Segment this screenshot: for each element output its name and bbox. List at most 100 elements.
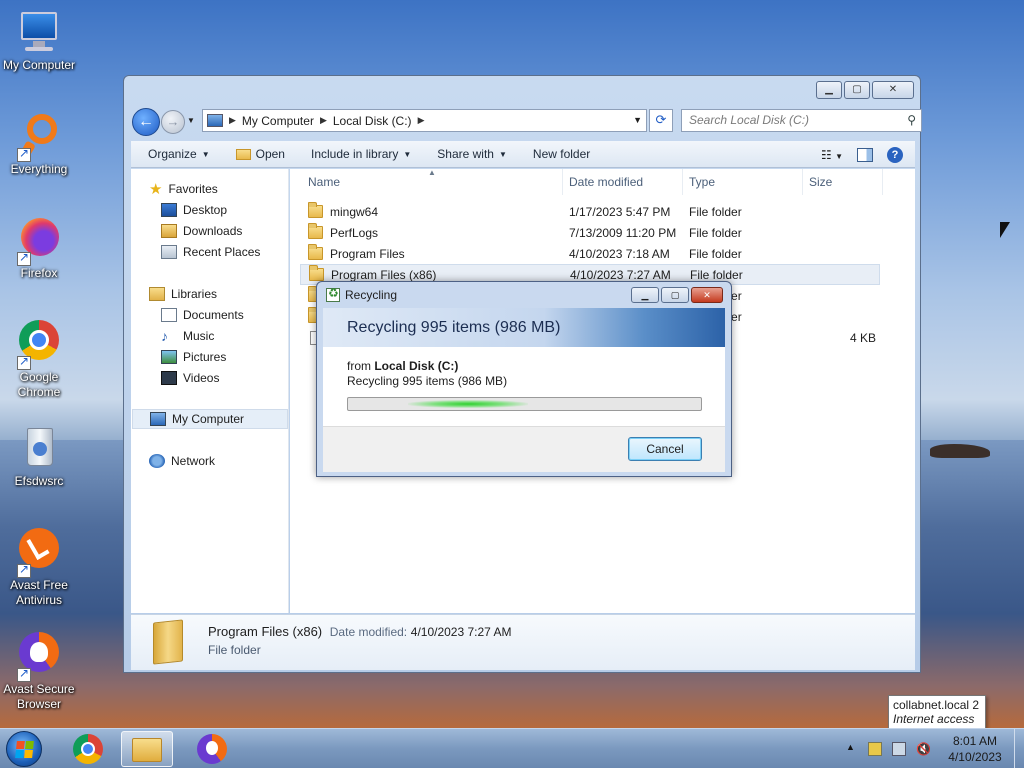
share-with-label: Share with bbox=[437, 147, 494, 161]
forward-button[interactable]: → bbox=[161, 110, 185, 134]
breadcrumb-local-disk[interactable]: Local Disk (C:) bbox=[333, 114, 412, 128]
large-folder-icon bbox=[153, 619, 183, 665]
progress-bar bbox=[347, 397, 702, 411]
navigation-pane: ★ Favorites Desktop Downloads Recent Pla… bbox=[131, 169, 289, 613]
taskbar-chrome[interactable] bbox=[62, 731, 114, 767]
cancel-button[interactable]: Cancel bbox=[628, 437, 702, 461]
nav-documents[interactable]: Documents bbox=[161, 305, 244, 325]
organize-button[interactable]: Organize ▼ bbox=[131, 147, 219, 161]
maximize-button[interactable]: ▢ bbox=[844, 81, 870, 99]
start-button[interactable] bbox=[6, 731, 42, 767]
details-type: File folder bbox=[208, 643, 261, 657]
include-in-library-label: Include in library bbox=[310, 147, 399, 161]
open-button[interactable]: Open bbox=[219, 147, 294, 161]
show-hidden-icons-icon[interactable]: ▲ bbox=[846, 742, 860, 756]
dialog-close-button[interactable]: ✕ bbox=[691, 287, 723, 303]
nav-desktop[interactable]: Desktop bbox=[161, 200, 227, 220]
share-with-button[interactable]: Share with ▼ bbox=[420, 147, 516, 161]
nav-favorites-label: Favorites bbox=[168, 182, 218, 196]
breadcrumb-my-computer[interactable]: My Computer bbox=[242, 114, 314, 128]
chrome-icon bbox=[73, 734, 103, 764]
folder-icon bbox=[308, 244, 323, 260]
nav-music[interactable]: ♪ Music bbox=[161, 326, 214, 346]
refresh-button[interactable]: ⟳ bbox=[649, 109, 673, 132]
column-header-size-label: Size bbox=[809, 175, 833, 189]
preview-pane-icon[interactable] bbox=[857, 147, 873, 162]
column-header-size[interactable]: Size bbox=[803, 169, 883, 195]
file-name: PerfLogs bbox=[330, 226, 379, 240]
downloads-icon bbox=[161, 224, 177, 238]
recent-pages-dropdown-icon[interactable]: ▼ bbox=[187, 116, 195, 125]
system-clock[interactable]: 8:01 AM 4/10/2023 bbox=[940, 733, 1010, 765]
clock-time: 8:01 AM bbox=[952, 734, 998, 748]
column-header-date-modified[interactable]: Date modified bbox=[563, 169, 683, 195]
desktop-icon-label: Avast Free Antivirus bbox=[10, 578, 68, 607]
show-desktop-button[interactable] bbox=[1014, 729, 1024, 768]
network-status-icon[interactable] bbox=[892, 742, 906, 756]
nav-libraries[interactable]: Libraries bbox=[149, 284, 217, 304]
close-button[interactable]: ✕ bbox=[872, 81, 914, 99]
open-folder-icon bbox=[235, 148, 251, 160]
nav-recent-places[interactable]: Recent Places bbox=[161, 242, 260, 262]
nav-network[interactable]: Network bbox=[149, 451, 215, 471]
nav-videos[interactable]: Videos bbox=[161, 368, 219, 388]
nav-pictures[interactable]: Pictures bbox=[161, 347, 226, 367]
desktop-icon-avast-browser[interactable]: Avast Secure Browser bbox=[0, 632, 78, 712]
nav-favorites[interactable]: ★ Favorites bbox=[149, 179, 218, 199]
search-icon[interactable]: ⚲ bbox=[907, 110, 916, 131]
taskbar-explorer[interactable] bbox=[121, 731, 173, 767]
open-label: Open bbox=[255, 147, 285, 161]
window-caption-buttons: ▁ ▢ ✕ bbox=[816, 81, 914, 99]
taskbar-avast-browser[interactable] bbox=[186, 731, 238, 767]
address-bar[interactable]: ▶ My Computer ▶ Local Disk (C:) ▶ ▼ bbox=[202, 109, 647, 132]
action-center-flag-icon[interactable] bbox=[868, 742, 882, 756]
dialog-footer: Cancel bbox=[323, 426, 725, 472]
dialog-maximize-button[interactable]: ▢ bbox=[661, 287, 689, 303]
nav-downloads[interactable]: Downloads bbox=[161, 221, 242, 241]
breadcrumb-separator-icon[interactable]: ▶ bbox=[418, 115, 425, 126]
back-button[interactable]: ← bbox=[132, 108, 160, 136]
change-view-icon[interactable]: ☷ ▼ bbox=[821, 148, 843, 162]
search-input[interactable]: Search Local Disk (C:) ⚲ bbox=[681, 109, 922, 132]
breadcrumb-separator-icon[interactable]: ▶ bbox=[320, 115, 327, 126]
file-name: Program Files bbox=[330, 247, 405, 261]
desktop-icon-google-chrome[interactable]: Google Chrome bbox=[0, 320, 78, 400]
column-header-type[interactable]: Type bbox=[683, 169, 803, 195]
file-date: 4/10/2023 7:27 AM bbox=[570, 268, 671, 282]
table-row[interactable]: mingw64 1/17/2023 5:47 PM File folder bbox=[300, 202, 880, 223]
nav-documents-label: Documents bbox=[183, 308, 244, 322]
shortcut-arrow-icon bbox=[17, 666, 31, 682]
table-row[interactable]: PerfLogs 7/13/2009 11:20 PM File folder bbox=[300, 223, 880, 244]
dialog-title: Recycling bbox=[345, 288, 398, 302]
sort-ascending-icon: ▲ bbox=[428, 168, 436, 177]
everything-icon bbox=[15, 112, 63, 162]
desktop-icon-my-computer[interactable]: My Computer bbox=[0, 8, 78, 73]
nav-my-computer-label: My Computer bbox=[172, 412, 245, 426]
desktop-icon-avast-antivirus[interactable]: Avast Free Antivirus bbox=[0, 528, 78, 608]
desktop-icon-firefox[interactable]: Firefox bbox=[0, 216, 78, 281]
nav-libraries-label: Libraries bbox=[171, 287, 218, 301]
volume-muted-icon[interactable]: 🔇 bbox=[916, 742, 931, 756]
star-icon: ★ bbox=[149, 181, 163, 198]
desktop-icon-recycle-bin[interactable]: Efsdwsrc bbox=[0, 424, 78, 489]
minimize-button[interactable]: ▁ bbox=[816, 81, 842, 99]
help-icon[interactable]: ? bbox=[887, 146, 903, 163]
desktop-icon-everything[interactable]: Everything bbox=[0, 112, 78, 177]
recycle-bin-icon bbox=[15, 424, 63, 472]
file-type: File folder bbox=[689, 247, 742, 261]
computer-icon bbox=[15, 8, 63, 56]
dialog-banner: Recycling 995 items (986 MB) bbox=[323, 308, 725, 347]
dialog-heading: Recycling 995 items (986 MB) bbox=[347, 319, 561, 336]
table-row[interactable]: Program Files 4/10/2023 7:18 AM File fol… bbox=[300, 244, 880, 265]
new-folder-button[interactable]: New folder bbox=[516, 147, 599, 161]
column-header-name[interactable]: Name ▲ bbox=[290, 168, 563, 195]
shortcut-arrow-icon bbox=[17, 146, 31, 162]
nav-my-computer[interactable]: My Computer bbox=[132, 409, 288, 429]
dialog-minimize-button[interactable]: ▁ bbox=[631, 287, 659, 303]
include-in-library-button[interactable]: Include in library ▼ bbox=[294, 147, 420, 161]
address-dropdown-icon[interactable]: ▼ bbox=[633, 115, 642, 125]
folder-icon bbox=[309, 265, 324, 281]
file-name: mingw64 bbox=[330, 205, 379, 219]
avast-browser-icon bbox=[197, 734, 227, 764]
details-name: Program Files (x86) bbox=[208, 624, 323, 639]
